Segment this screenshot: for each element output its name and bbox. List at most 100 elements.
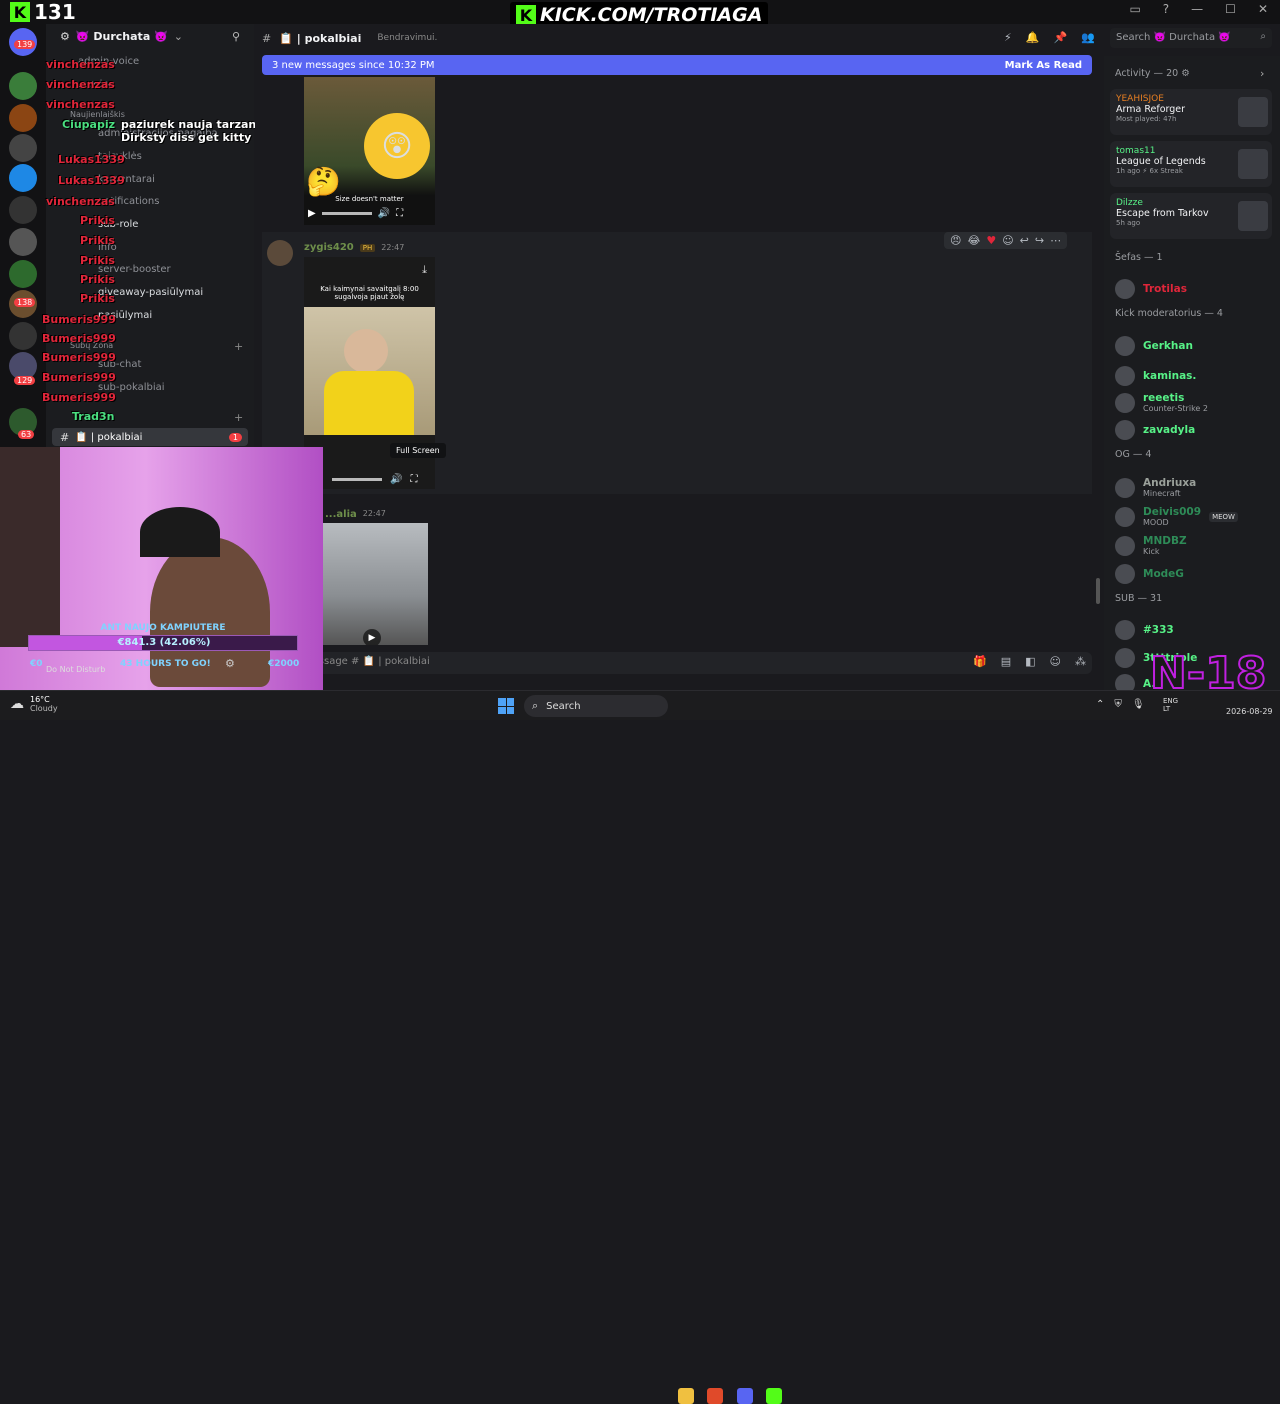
- member-item[interactable]: kaminas.: [1115, 366, 1196, 386]
- language-indicator[interactable]: ENG LT: [1163, 697, 1178, 713]
- server-badge: 63: [18, 430, 35, 439]
- add-channel-icon[interactable]: +: [234, 340, 243, 353]
- threads-icon[interactable]: ⚡: [1004, 31, 1012, 44]
- video-embed[interactable]: ▶: [323, 523, 428, 645]
- brave-browser-icon[interactable]: [707, 1388, 723, 1404]
- member-item[interactable]: reeetis Counter-Strike 2: [1115, 392, 1208, 413]
- pin-icon[interactable]: 📌: [1053, 31, 1067, 44]
- stream-chat-username: Trad3n: [72, 410, 115, 423]
- activity-card[interactable]: YEAHISJOE Arma Reforger Most played: 47h: [1110, 89, 1272, 135]
- weather-widget[interactable]: ☁ 16°C Cloudy: [10, 695, 58, 713]
- reaction-icon[interactable]: 😂: [967, 234, 980, 247]
- server-icon[interactable]: [9, 228, 37, 256]
- gift-icon[interactable]: 🎁: [973, 655, 987, 668]
- members-icon[interactable]: 👥: [1081, 31, 1095, 44]
- bell-icon[interactable]: 🔔: [1026, 31, 1040, 44]
- stream-chat-message: Bumeris999: [42, 313, 116, 326]
- help-icon[interactable]: ?: [1163, 2, 1169, 16]
- search-input[interactable]: Search 👿 Durchata 👿 ⌕: [1110, 28, 1272, 48]
- avatar[interactable]: [267, 240, 293, 266]
- inbox-icon[interactable]: ▭: [1129, 2, 1140, 16]
- chevron-right-icon[interactable]: ›: [1260, 67, 1264, 80]
- stream-chat-message: Lukas1339: [58, 174, 125, 187]
- member-item[interactable]: Trotilas: [1115, 279, 1187, 299]
- member-item[interactable]: #333: [1115, 620, 1174, 640]
- member-name: Trotilas: [1143, 283, 1187, 295]
- member-item[interactable]: Andriuxa Minecraft: [1115, 477, 1196, 498]
- server-icon[interactable]: [9, 72, 37, 100]
- stream-chat-username: vinchenzas: [46, 78, 115, 91]
- member-status: Minecraft: [1143, 489, 1181, 498]
- discord-icon[interactable]: [737, 1388, 753, 1404]
- server-icon[interactable]: [9, 322, 37, 350]
- system-tray: ⌃ ⛨ 🎙: [1096, 699, 1145, 710]
- reaction-icon[interactable]: 😠: [950, 234, 961, 247]
- seek-bar[interactable]: [321, 211, 372, 215]
- more-icon[interactable]: ⋯: [1050, 234, 1061, 247]
- taskbar-search[interactable]: ⌕ Search: [524, 695, 668, 717]
- gif-icon[interactable]: ▤: [1001, 655, 1011, 668]
- donation-goal-bar: €841.3 (42.06%): [28, 635, 298, 651]
- sticker-icon[interactable]: ◧: [1025, 655, 1035, 668]
- member-item[interactable]: Gerkhan: [1115, 336, 1193, 356]
- file-explorer-icon[interactable]: [678, 1388, 694, 1404]
- goal-timer: 43 HOURS TO GO!: [120, 659, 211, 669]
- emoji-icon[interactable]: ☺: [1050, 655, 1061, 668]
- mark-as-read-button[interactable]: Mark As Read: [1005, 60, 1082, 71]
- new-messages-banner[interactable]: 3 new messages since 10:32 PM Mark As Re…: [262, 55, 1092, 75]
- fullscreen-icon[interactable]: ⛶: [410, 474, 417, 485]
- message-author[interactable]: zygis420: [304, 242, 354, 253]
- stream-chat-message: vinchenzas: [46, 78, 115, 91]
- avatar: [1115, 648, 1135, 668]
- server-icon[interactable]: [9, 164, 37, 192]
- play-icon[interactable]: ▶: [363, 629, 381, 645]
- heart-icon[interactable]: ♥: [986, 234, 996, 247]
- settings-gear-icon[interactable]: ⚙: [225, 657, 235, 670]
- shield-icon[interactable]: ⛨: [1114, 699, 1122, 710]
- add-reaction-icon[interactable]: ☺: [1002, 234, 1013, 247]
- volume-icon[interactable]: 🔊: [378, 208, 390, 219]
- member-item[interactable]: ModeG: [1115, 564, 1184, 584]
- message-author[interactable]: ...alia: [325, 509, 357, 520]
- seek-bar[interactable]: [332, 477, 382, 481]
- member-name: kaminas.: [1143, 370, 1197, 382]
- member-item[interactable]: Deivis009 MOOD MEOW: [1115, 506, 1238, 527]
- stream-chat-username: Bumeris999: [42, 391, 116, 404]
- server-header[interactable]: ⚙ 👿 Durchata 👿 ⌄: [60, 30, 183, 43]
- clock-date[interactable]: 2026-08-29: [1226, 707, 1273, 716]
- maximize-button[interactable]: ☐: [1225, 2, 1236, 16]
- gear-icon[interactable]: ⚙: [60, 30, 70, 43]
- member-item[interactable]: MNDBZ Kick: [1115, 535, 1187, 556]
- server-name: 👿 Durchata 👿: [75, 30, 168, 43]
- play-icon[interactable]: ▶: [308, 208, 316, 219]
- volume-icon[interactable]: 🔊: [390, 474, 402, 485]
- video-caption: Kai kaimynai savaitgalį 8:00 sugalvoja p…: [320, 285, 419, 301]
- chevron-up-icon[interactable]: ⌃: [1096, 699, 1104, 710]
- member-item[interactable]: zavadyla: [1115, 420, 1195, 440]
- fullscreen-icon[interactable]: ⛶: [396, 208, 403, 219]
- add-friend-icon[interactable]: ⚲: [232, 30, 240, 43]
- minimize-button[interactable]: —: [1191, 2, 1203, 16]
- start-button[interactable]: [498, 698, 514, 714]
- video-embed[interactable]: 😲 🤔 Size doesn't matter ▶ 🔊 ⛶: [304, 77, 435, 225]
- add-channel-icon[interactable]: +: [234, 411, 243, 424]
- close-button[interactable]: ✕: [1258, 2, 1268, 16]
- activity-card[interactable]: Dilzze Escape from Tarkov 5h ago: [1110, 193, 1272, 239]
- scrollbar[interactable]: [1096, 578, 1100, 604]
- server-icon[interactable]: [9, 104, 37, 132]
- server-icon[interactable]: [9, 134, 37, 162]
- video-controls: 🔊 ⛶: [332, 471, 432, 487]
- mic-icon[interactable]: 🎙: [1132, 699, 1145, 710]
- server-badge: 139: [14, 40, 36, 49]
- forward-icon[interactable]: ↪: [1035, 234, 1044, 247]
- avatar: [1115, 506, 1135, 527]
- activity-card[interactable]: tomas11 League of Legends 1h ago ⚡ 6x Stre…: [1110, 141, 1272, 187]
- reply-icon[interactable]: ↩: [1020, 234, 1029, 247]
- server-icon[interactable]: [9, 196, 37, 224]
- message-input[interactable]: Message # 📋 | pokalbiai 🎁 ▤ ◧ ☺ ⁂: [262, 652, 1092, 674]
- channel-item-active[interactable]: # 📋 | pokalbiai 1: [52, 428, 248, 446]
- server-icon[interactable]: [9, 260, 37, 288]
- download-icon[interactable]: ⤓: [422, 263, 427, 277]
- kick-app-icon[interactable]: [766, 1388, 782, 1404]
- apps-icon[interactable]: ⁂: [1075, 655, 1086, 668]
